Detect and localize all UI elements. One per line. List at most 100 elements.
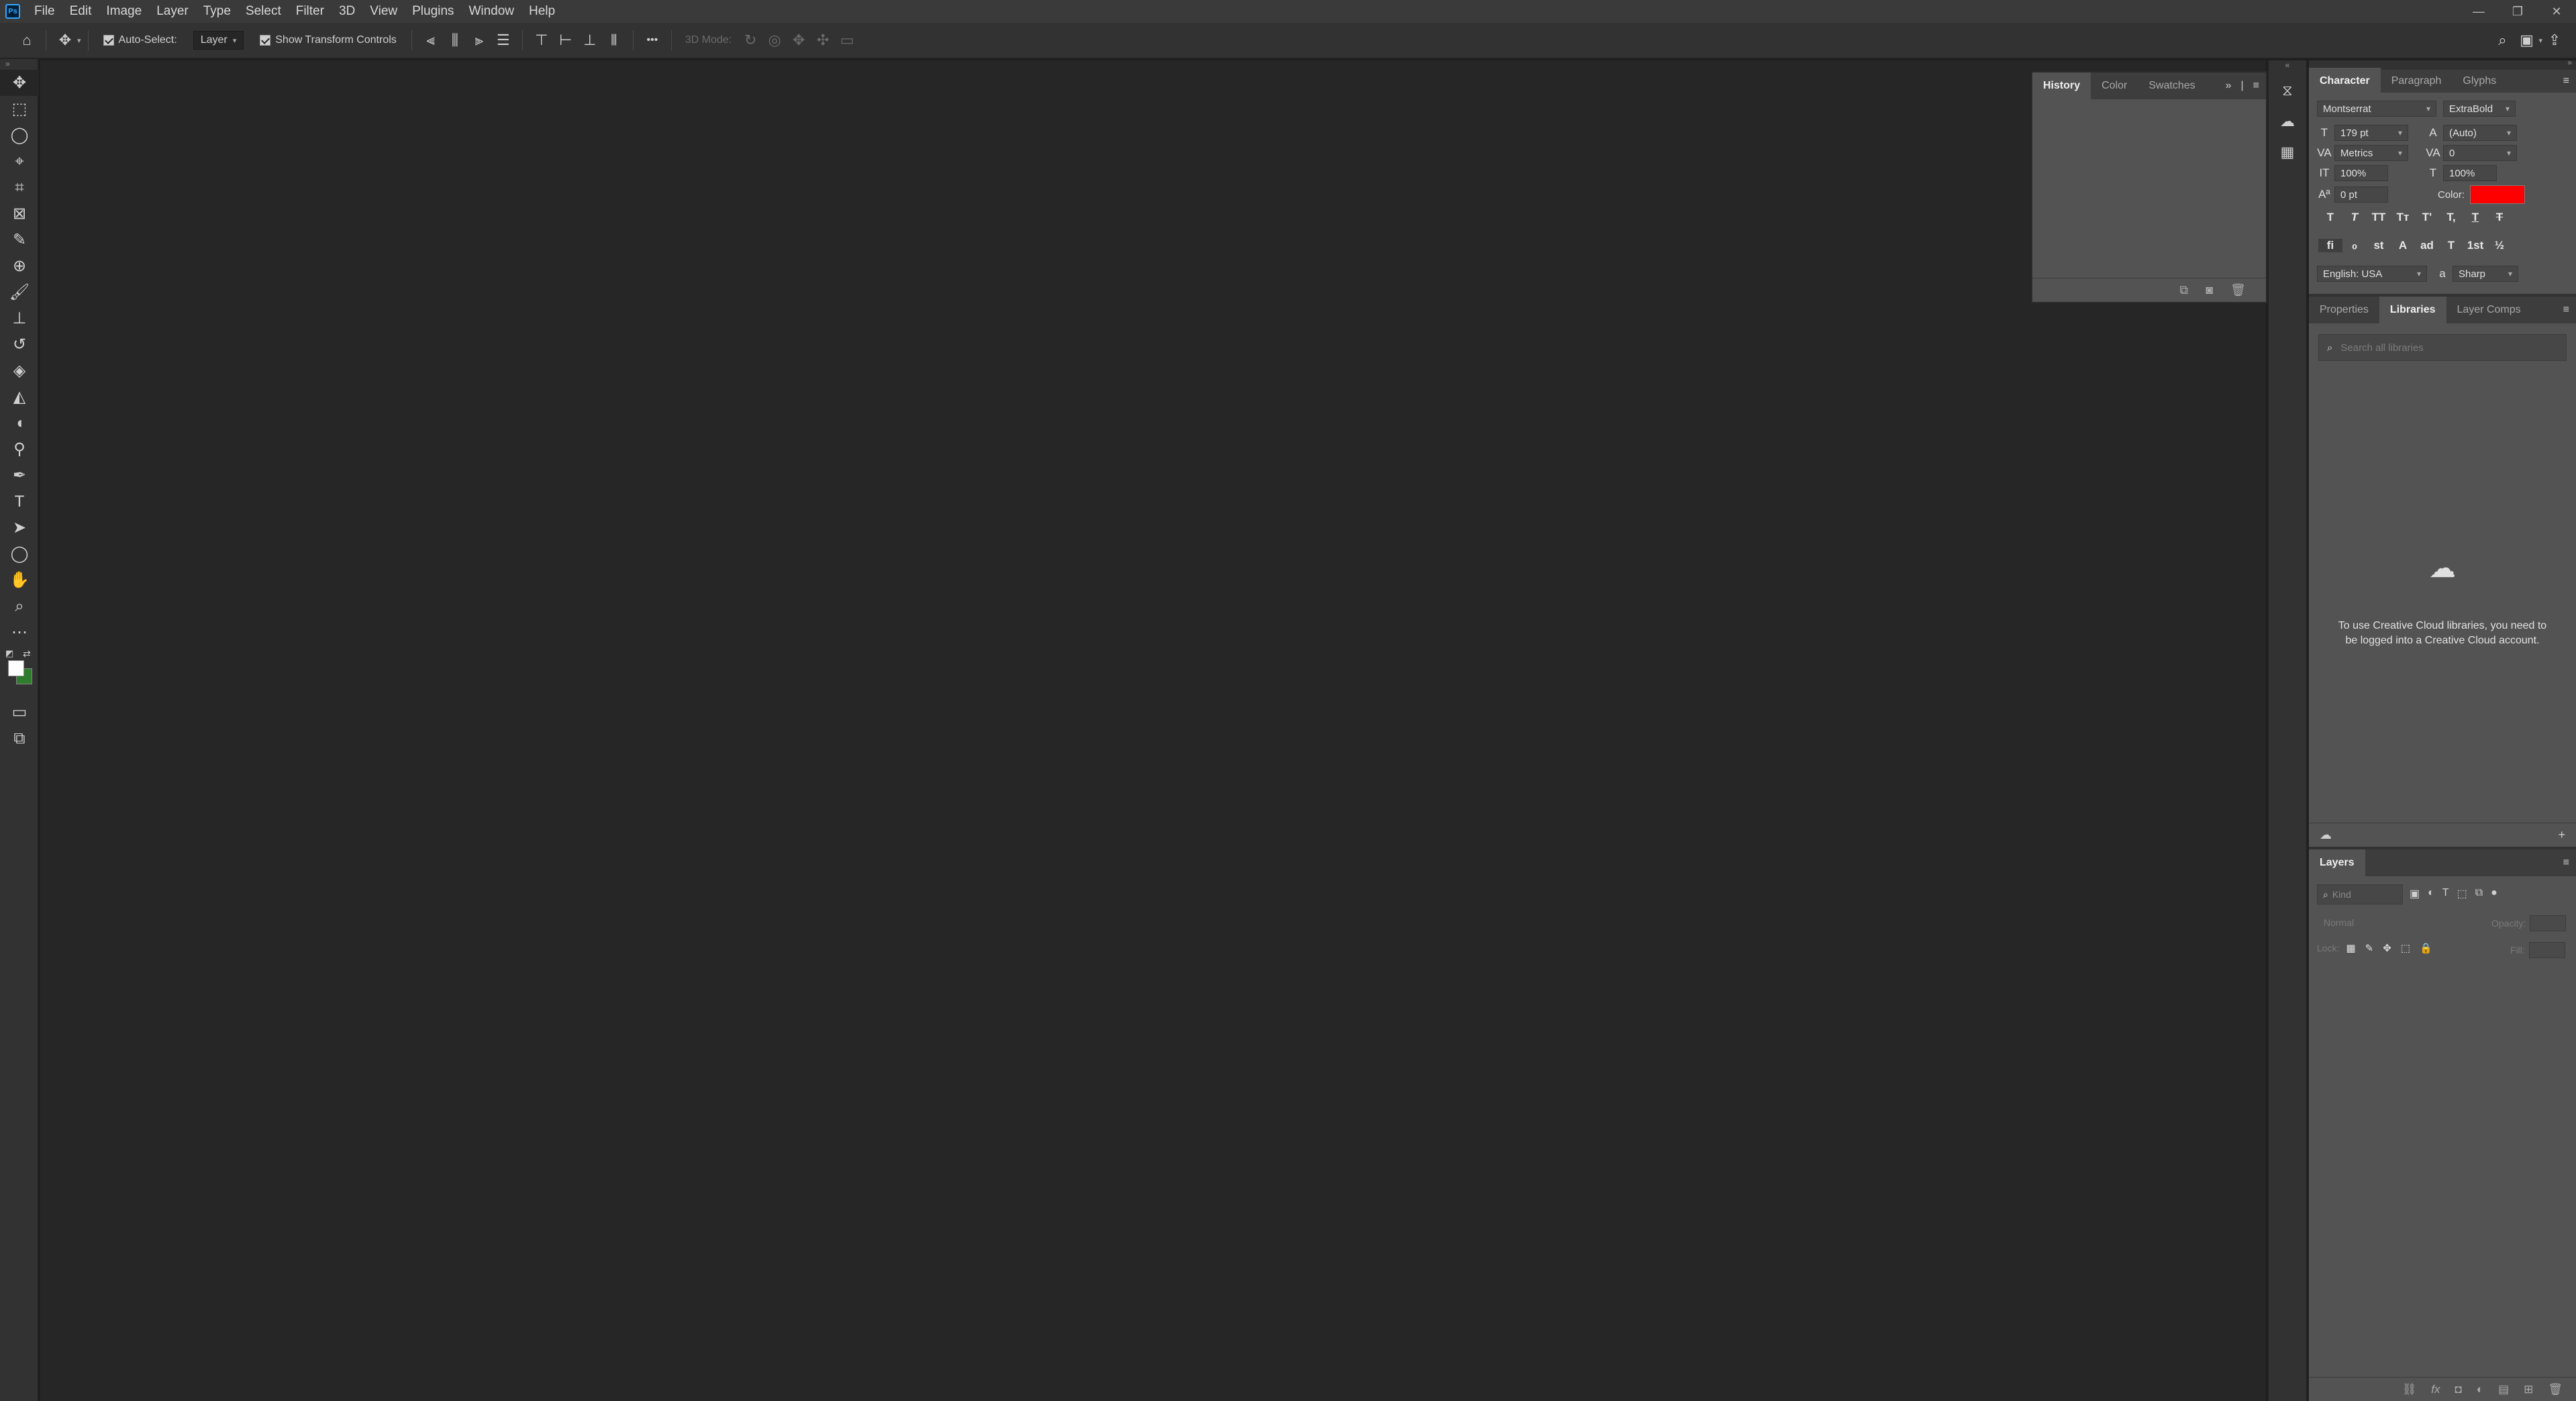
align-vertical-centers-icon[interactable]: ⊢	[554, 28, 578, 52]
share-icon[interactable]: ⇪	[2542, 28, 2567, 52]
shape-layer-filter-icon[interactable]: ⬚	[2457, 887, 2467, 900]
table-panel-icon[interactable]: ▦	[2269, 138, 2306, 166]
chevron-down-icon[interactable]: ▾	[77, 36, 81, 45]
3d-camera-icon[interactable]: ▭	[835, 28, 859, 52]
new-document-from-state-icon[interactable]: ⧉	[2179, 283, 2188, 297]
eraser-tool-icon[interactable]: ◈	[0, 358, 39, 384]
tab-color[interactable]: Color	[2091, 72, 2138, 99]
menu-filter[interactable]: Filter	[289, 4, 332, 19]
blend-mode-dropdown[interactable]: Normal	[2317, 913, 2443, 933]
stylistic-alternates-button[interactable]: ad	[2415, 239, 2439, 252]
fill-field[interactable]	[2528, 942, 2565, 958]
tab-paragraph[interactable]: Paragraph	[2381, 68, 2453, 95]
marquee-tool-icon[interactable]: ⬚	[0, 96, 39, 122]
new-snapshot-icon[interactable]: ◙	[2206, 283, 2213, 297]
libraries-panel-icon[interactable]: ☁	[2269, 107, 2306, 136]
3d-pan-icon[interactable]: ✥	[787, 28, 811, 52]
blur-tool-icon[interactable]: ◖	[0, 410, 39, 436]
align-horizontal-centers-icon[interactable]: ⫼	[443, 28, 467, 52]
document-canvas-area[interactable]	[40, 60, 2266, 1401]
tab-history[interactable]: History	[2032, 72, 2091, 99]
libraries-search-input[interactable]: ⌕ Search all libraries	[2318, 334, 2567, 361]
more-options-icon[interactable]: •••	[640, 28, 664, 52]
checkbox-checked-icon[interactable]	[260, 35, 271, 46]
align-bottom-edges-icon[interactable]: ⊥	[578, 28, 602, 52]
smart-object-filter-icon[interactable]: ⧉	[2475, 887, 2483, 900]
object-selection-tool-icon[interactable]: ⌖	[0, 148, 39, 174]
dodge-tool-icon[interactable]: ⚲	[0, 436, 39, 462]
font-family-dropdown[interactable]: Montserrat ▾	[2317, 101, 2436, 117]
tab-layer-comps[interactable]: Layer Comps	[2446, 297, 2532, 323]
menu-plugins[interactable]: Plugins	[405, 4, 461, 19]
panel-menu-icon[interactable]: ≡	[2563, 857, 2576, 869]
lock-artboard-icon[interactable]: ⬚	[2401, 942, 2410, 954]
auto-select-target-dropdown[interactable]: Layer ▾	[193, 31, 244, 50]
small-caps-button[interactable]: Tт	[2391, 211, 2415, 224]
filter-toggle-icon[interactable]: ●	[2491, 887, 2497, 900]
history-panel-icon[interactable]: ⧖	[2269, 76, 2306, 105]
path-selection-tool-icon[interactable]: ➤	[0, 515, 39, 541]
ordinals-button[interactable]: 1st	[2463, 239, 2487, 252]
distribute-vertical-icon[interactable]: ☰	[491, 28, 515, 52]
antialias-dropdown[interactable]: Sharp ▾	[2453, 266, 2518, 282]
faux-bold-button[interactable]: T	[2318, 211, 2342, 224]
minimize-button[interactable]: —	[2459, 0, 2498, 23]
distribute-horizontal-icon[interactable]: ⦀	[602, 28, 626, 52]
lock-transparent-pixels-icon[interactable]: ▦	[2346, 942, 2355, 954]
swap-colors-icon[interactable]: ⇄	[23, 648, 31, 660]
lock-position-icon[interactable]: ✥	[2383, 942, 2391, 954]
move-tool-preset-icon[interactable]: ✥	[53, 28, 77, 52]
superscript-button[interactable]: T'	[2415, 211, 2439, 224]
pixel-layer-filter-icon[interactable]: ▣	[2410, 887, 2420, 900]
tab-glyphs[interactable]: Glyphs	[2452, 68, 2507, 95]
hand-tool-icon[interactable]: ✋	[0, 567, 39, 593]
tab-swatches[interactable]: Swatches	[2138, 72, 2206, 99]
link-layers-icon[interactable]: ⛓	[2402, 1383, 2417, 1396]
opacity-field[interactable]	[2530, 915, 2567, 931]
all-caps-button[interactable]: TT	[2367, 211, 2391, 224]
new-layer-icon[interactable]: ⊞	[2524, 1383, 2533, 1396]
align-top-edges-icon[interactable]: ⊤	[530, 28, 554, 52]
lasso-tool-icon[interactable]: ◯	[0, 122, 39, 148]
align-left-edges-icon[interactable]: ⫷	[419, 28, 443, 52]
leading-field[interactable]: (Auto) ▾	[2443, 125, 2517, 141]
menu-window[interactable]: Window	[461, 4, 522, 19]
faux-italic-button[interactable]: T	[2342, 211, 2367, 224]
menu-file[interactable]: File	[27, 4, 62, 19]
vertical-scale-field[interactable]: 100%	[2334, 165, 2388, 181]
crop-tool-icon[interactable]: ⌗	[0, 174, 39, 201]
menu-image[interactable]: Image	[99, 4, 149, 19]
menu-edit[interactable]: Edit	[62, 4, 99, 19]
baseline-shift-field[interactable]: 0 pt	[2334, 187, 2388, 203]
ellipse-tool-icon[interactable]: ◯	[0, 541, 39, 567]
screen-mode-icon[interactable]: ⧉	[0, 725, 39, 751]
zoom-tool-icon[interactable]: ⌕	[0, 593, 39, 619]
text-color-swatch[interactable]	[2470, 185, 2526, 204]
underline-button[interactable]: T	[2463, 211, 2487, 224]
new-group-icon[interactable]: ▤	[2498, 1383, 2509, 1396]
move-tool-icon[interactable]: ✥	[0, 70, 39, 96]
3d-roll-icon[interactable]: ◎	[762, 28, 787, 52]
foreground-color-swatch[interactable]	[8, 660, 24, 676]
tracking-field[interactable]: 0 ▾	[2443, 145, 2517, 161]
panel-menu-icon[interactable]: ≡	[2253, 80, 2259, 92]
close-button[interactable]: ✕	[2537, 0, 2576, 23]
type-layer-filter-icon[interactable]: T	[2442, 887, 2449, 900]
3d-orbit-icon[interactable]: ↻	[738, 28, 762, 52]
search-icon[interactable]: ⌕	[2490, 28, 2514, 52]
font-style-dropdown[interactable]: ExtraBold ▾	[2443, 101, 2516, 117]
collapse-dock-icon[interactable]: «	[2269, 60, 2306, 74]
delete-state-icon[interactable]: 🗑	[2230, 283, 2246, 297]
collapse-toolbar-icon[interactable]: »	[0, 59, 38, 70]
auto-select-checkbox[interactable]: Auto-Select:	[103, 34, 177, 46]
adjustment-layer-filter-icon[interactable]: ◐	[2428, 887, 2434, 900]
subscript-button[interactable]: T,	[2439, 211, 2463, 224]
edit-toolbar-icon[interactable]: ⋯	[0, 619, 39, 645]
cloud-sync-icon[interactable]: ☁	[2320, 828, 2332, 842]
menu-3d[interactable]: 3D	[332, 4, 362, 19]
eyedropper-tool-icon[interactable]: ✎	[0, 227, 39, 253]
delete-layer-icon[interactable]: 🗑	[2548, 1383, 2563, 1396]
clone-stamp-tool-icon[interactable]: ⊥	[0, 305, 39, 331]
add-element-icon[interactable]: +	[2558, 828, 2565, 842]
old-style-button[interactable]: ℴ	[2342, 239, 2367, 252]
